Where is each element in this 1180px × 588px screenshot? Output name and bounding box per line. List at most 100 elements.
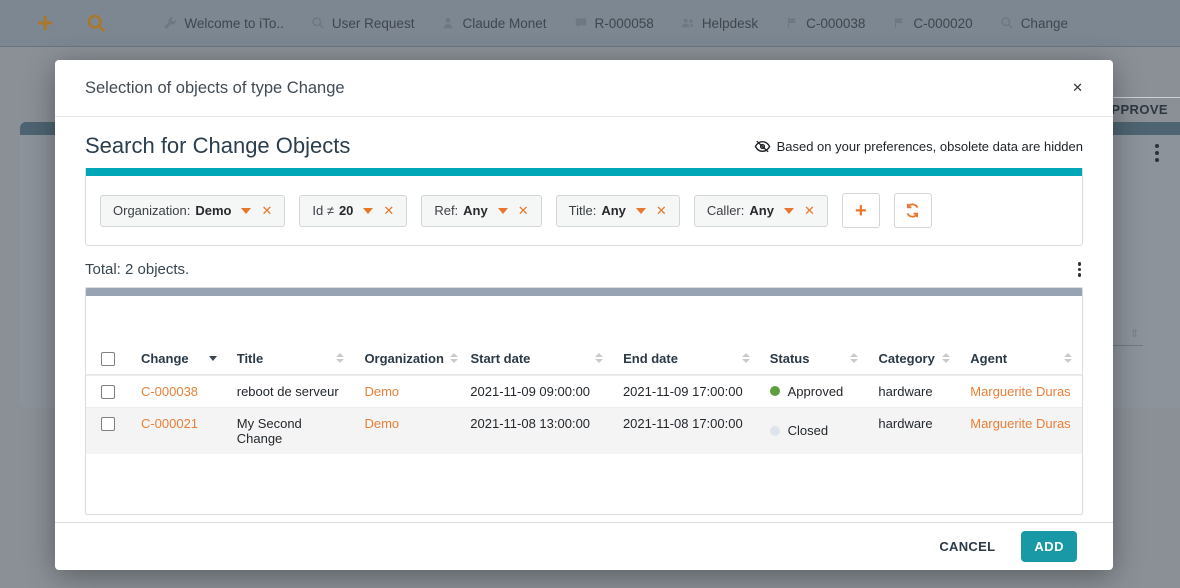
global-search-icon[interactable]	[86, 13, 107, 34]
wrench-icon	[163, 16, 177, 30]
filter-chip-caller[interactable]: Caller: Any ✕	[693, 194, 828, 227]
filter-label: Id ≠	[312, 203, 334, 218]
table-row[interactable]: C-000038 reboot de serveur Demo 2021-11-…	[86, 374, 1082, 407]
filter-chip-organization[interactable]: Organization: Demo ✕	[100, 194, 286, 227]
breadcrumb-item-change-38[interactable]: C-000038	[785, 16, 865, 31]
table-row[interactable]: C-000021 My Second Change Demo 2021-11-0…	[86, 406, 1082, 454]
chevron-down-icon[interactable]	[635, 207, 646, 214]
row-checkbox[interactable]	[101, 384, 116, 399]
table-options-kebab-icon[interactable]	[1076, 260, 1084, 279]
horizontal-scrollbar[interactable]	[86, 287, 1082, 296]
sort-icon	[850, 353, 859, 363]
person-icon	[441, 16, 455, 30]
sort-icon	[449, 353, 458, 363]
filter-chip-id[interactable]: Id ≠ 20 ✕	[299, 194, 408, 227]
eye-slash-icon	[754, 138, 771, 155]
flag-icon	[785, 16, 799, 30]
sort-icon	[336, 353, 345, 363]
breadcrumb-item-person[interactable]: Claude Monet	[441, 16, 547, 31]
breadcrumb-item-helpdesk[interactable]: Helpdesk	[681, 16, 758, 31]
change-link[interactable]: C-000021	[141, 416, 198, 431]
breadcrumb-item-home[interactable]: Welcome to iTo..	[163, 16, 284, 31]
filter-value: Any	[601, 203, 626, 218]
obsolete-data-note: Based on your preferences, obsolete data…	[754, 138, 1083, 155]
refresh-button[interactable]	[893, 193, 932, 228]
chevron-down-icon[interactable]	[241, 207, 252, 214]
breadcrumb-item-user-request[interactable]: User Request	[311, 16, 414, 31]
add-button[interactable]: ADD	[1021, 531, 1077, 562]
quick-create-icon[interactable]: +	[37, 9, 53, 37]
chevron-down-icon[interactable]	[497, 207, 508, 214]
agent-link[interactable]: Marguerite Duras	[970, 384, 1070, 399]
add-criterion-button[interactable]: +	[841, 193, 880, 228]
column-header-agent[interactable]: Agent	[960, 343, 1082, 374]
remove-filter-icon[interactable]: ✕	[656, 203, 667, 219]
search-icon	[311, 16, 325, 30]
sort-icon	[942, 353, 951, 363]
filter-label: Organization:	[113, 203, 191, 218]
row-end-date: 2021-11-09 17:00:00	[622, 383, 743, 399]
agent-link[interactable]: Marguerite Duras	[970, 416, 1070, 431]
row-checkbox[interactable]	[101, 416, 116, 431]
remove-filter-icon[interactable]: ✕	[383, 203, 394, 219]
dialog-body: Search for Change Objects Based on your …	[55, 133, 1113, 515]
top-navigation-bar: + Welcome to iTo.. › User Request › Clau…	[0, 0, 1180, 47]
organization-link[interactable]: Demo	[364, 416, 399, 431]
breadcrumb-item-change-search[interactable]: Change	[1000, 16, 1068, 31]
close-icon[interactable]: ✕	[1072, 80, 1083, 96]
filter-label: Ref:	[434, 203, 459, 218]
breadcrumb-item-request[interactable]: R-000058	[574, 16, 654, 31]
kebab-menu-icon-background	[1155, 144, 1159, 162]
remove-filter-icon[interactable]: ✕	[804, 203, 815, 219]
obsolete-note-text: Based on your preferences, obsolete data…	[776, 138, 1083, 154]
column-header-status[interactable]: Status	[760, 343, 869, 374]
select-all-checkbox[interactable]	[101, 351, 116, 366]
column-header-start-date[interactable]: Start date	[460, 343, 613, 374]
dialog-header: Selection of objects of type Change ✕	[55, 60, 1113, 117]
column-header-change[interactable]: Change	[131, 343, 227, 374]
sort-desc-icon	[208, 355, 217, 361]
row-status: Approved	[787, 383, 844, 399]
dialog-footer: CANCEL ADD	[55, 522, 1113, 570]
breadcrumb-item-change-20[interactable]: C-000020	[892, 16, 973, 31]
row-category: hardware	[878, 383, 933, 399]
filter-label: Caller:	[706, 203, 745, 218]
plus-icon: +	[855, 199, 867, 222]
row-status: Closed	[787, 423, 829, 438]
table-toolbar-spacer	[86, 296, 1082, 343]
organization-link[interactable]: Demo	[364, 384, 399, 399]
chevron-right-icon: ›	[557, 14, 563, 32]
remove-filter-icon[interactable]: ✕	[518, 203, 529, 219]
chat-icon	[574, 16, 588, 30]
filter-chips-row: Organization: Demo ✕ Id ≠ 20 ✕ Ref: Any	[86, 176, 1082, 245]
filter-label: Title:	[568, 203, 597, 218]
sort-icon	[741, 353, 750, 363]
dialog-title: Selection of objects of type Change	[85, 78, 345, 97]
cancel-button[interactable]: CANCEL	[939, 539, 995, 554]
screen: + Welcome to iTo.. › User Request › Clau…	[0, 0, 1180, 588]
sort-icon-background: ⇕	[1130, 328, 1140, 340]
chevron-right-icon: ›	[425, 14, 431, 32]
status-dot-icon	[769, 425, 780, 436]
selection-dialog: Selection of objects of type Change ✕ Se…	[55, 60, 1113, 570]
column-header-title[interactable]: Title	[227, 343, 355, 374]
change-link[interactable]: C-000038	[141, 384, 198, 399]
column-header-category[interactable]: Category	[868, 343, 960, 374]
filter-value: Any	[749, 203, 774, 218]
total-count-text: Total: 2 objects.	[85, 260, 190, 278]
chevron-down-icon[interactable]	[363, 207, 374, 214]
filter-value: Any	[463, 203, 488, 218]
background-underline	[1113, 345, 1143, 346]
column-header-end-date[interactable]: End date	[613, 343, 760, 374]
remove-filter-icon[interactable]: ✕	[261, 203, 272, 219]
panel-accent-bar	[86, 168, 1082, 176]
row-category: hardware	[878, 415, 933, 431]
chevron-down-icon[interactable]	[783, 207, 794, 214]
search-filter-panel: Organization: Demo ✕ Id ≠ 20 ✕ Ref: Any	[85, 168, 1083, 246]
chevron-right-icon: ›	[294, 14, 300, 32]
filter-chip-title[interactable]: Title: Any ✕	[555, 194, 680, 227]
column-header-organization[interactable]: Organization	[354, 343, 460, 374]
row-end-date: 2021-11-08 17:00:00	[622, 415, 743, 431]
filter-chip-ref[interactable]: Ref: Any ✕	[421, 194, 542, 227]
refresh-icon	[904, 202, 921, 219]
